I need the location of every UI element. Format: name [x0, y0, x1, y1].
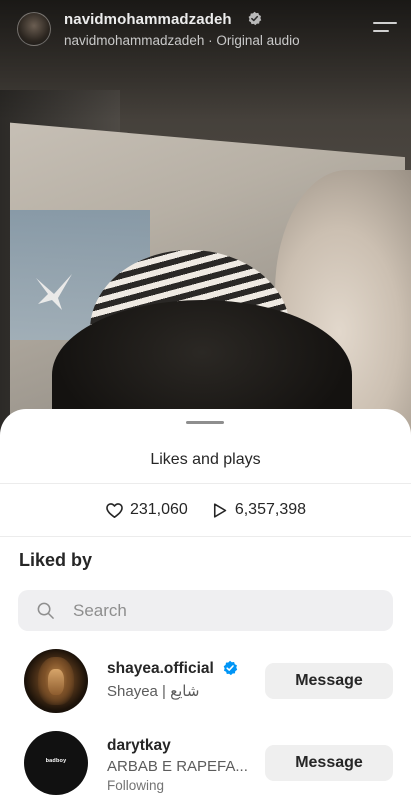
likes-stat: 231,060 [105, 501, 188, 520]
plays-stat: 6,357,398 [210, 501, 306, 520]
verified-badge-icon [223, 660, 238, 676]
likes-bottom-sheet: Likes and plays 231,060 6,357,398 Liked … [0, 409, 411, 800]
divider [0, 483, 411, 484]
following-status: Following [107, 778, 165, 793]
sheet-drag-handle[interactable] [186, 421, 224, 424]
profile-avatar[interactable] [17, 12, 51, 46]
user-display-name: ARBAB E RAPEFA... [107, 758, 248, 775]
reel-header: navidmohammadzadeh navidmohammadzadeh · … [0, 0, 411, 60]
message-button[interactable]: Message [265, 745, 393, 781]
bird-image [36, 274, 72, 310]
plays-count: 6,357,398 [234, 501, 307, 518]
reel-video-frame[interactable] [0, 0, 411, 440]
play-icon [213, 502, 227, 518]
user-row[interactable]: shayea.official Shayea | شایع Message [0, 649, 411, 719]
search-input[interactable] [73, 590, 373, 631]
original-audio-link[interactable]: navidmohammadzadeh · Original audio [64, 33, 300, 48]
likes-count: 231,060 [129, 501, 188, 518]
user-display-name: Shayea | شایع [107, 683, 200, 700]
search-icon [37, 602, 54, 619]
menu-icon[interactable] [373, 20, 397, 38]
avatar-logo-text: badboy [45, 758, 67, 764]
divider [0, 536, 411, 537]
liked-by-heading: Liked by [19, 550, 93, 570]
user-username[interactable]: shayea.official [107, 660, 214, 678]
sheet-title: Likes and plays [150, 451, 261, 468]
stats-row: 231,060 6,357,398 [0, 497, 411, 523]
user-row[interactable]: badboy darytkay ARBAB E RAPEFA... Follow… [0, 731, 411, 800]
message-button[interactable]: Message [265, 663, 393, 699]
user-username[interactable]: darytkay [107, 737, 171, 755]
heart-icon [106, 502, 123, 518]
user-avatar[interactable] [24, 649, 88, 713]
search-bar[interactable] [18, 590, 393, 631]
lion-face-image [48, 669, 64, 695]
user-avatar[interactable]: badboy [24, 731, 88, 795]
verified-badge-icon [248, 11, 262, 26]
header-username[interactable]: navidmohammadzadeh [64, 11, 232, 28]
